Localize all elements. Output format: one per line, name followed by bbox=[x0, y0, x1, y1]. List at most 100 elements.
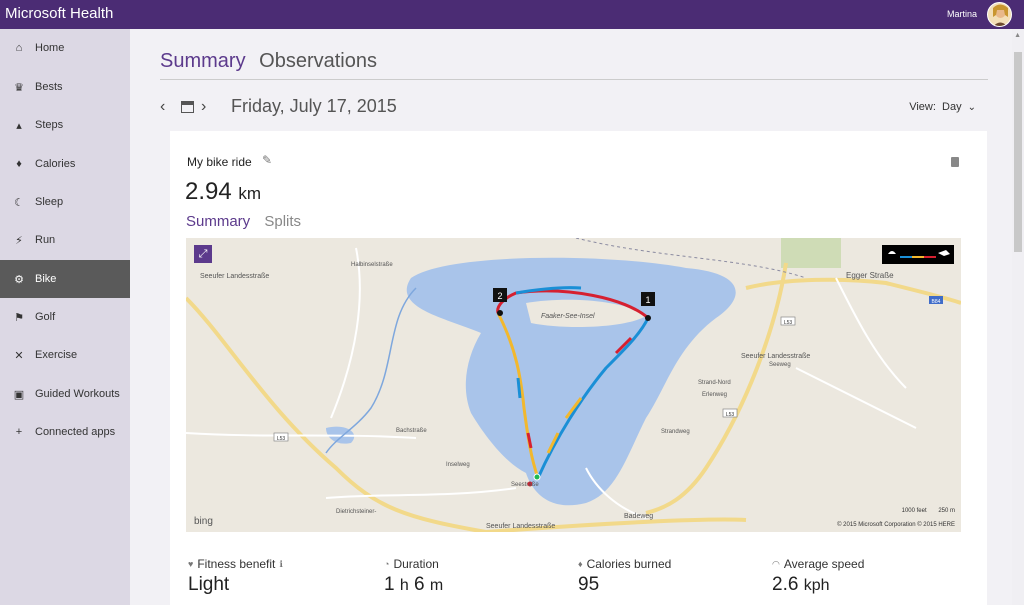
badge-l53-left: L53 bbox=[277, 436, 286, 442]
marker-start: 1 bbox=[645, 295, 650, 305]
exercise-icon: ✕ bbox=[14, 349, 24, 362]
stat-value: 95 bbox=[578, 574, 600, 595]
pencil-icon[interactable]: ✎ bbox=[262, 153, 272, 167]
scale-feet: 1000 feet bbox=[901, 508, 927, 514]
label-seestrasse: Seestraße bbox=[511, 482, 539, 488]
expand-map-button[interactable]: ⤢ bbox=[194, 245, 212, 263]
badge-l53-top: L53 bbox=[784, 320, 793, 326]
sidebar-item-label: Home bbox=[35, 42, 65, 54]
sidebar-item-label: Sleep bbox=[35, 196, 64, 208]
label-strand-nord: Strand-Nord bbox=[698, 380, 731, 386]
sidebar-item-steps[interactable]: ▴ Steps bbox=[0, 106, 130, 144]
map-scale: 1000 feet 250 m bbox=[902, 508, 955, 514]
label-bachstrasse: Bachstraße bbox=[396, 428, 427, 434]
stat-value: 1 bbox=[384, 574, 395, 595]
stat-unit-minutes: m bbox=[429, 577, 444, 594]
label-island: Faaker-See-Insel bbox=[541, 313, 595, 320]
label-seeufer-bottom: Seeufer Landesstraße bbox=[486, 523, 555, 530]
sidebar-item-run[interactable]: ⚡ Run bbox=[0, 221, 130, 259]
stat-label: Fitness benefit bbox=[197, 557, 276, 571]
sidebar-item-golf[interactable]: ⚑ Golf bbox=[0, 298, 130, 336]
speedometer-icon: ◠ bbox=[772, 558, 780, 569]
stat-value: Light bbox=[188, 574, 230, 595]
sidebar-item-label: Guided Workouts bbox=[35, 388, 120, 400]
sidebar-item-label: Bests bbox=[35, 81, 63, 93]
current-date: Friday, July 17, 2015 bbox=[231, 96, 397, 116]
divider bbox=[160, 79, 988, 80]
view-label: View: bbox=[909, 101, 936, 113]
sidebar-item-sleep[interactable]: ☾ Sleep bbox=[0, 183, 130, 221]
moon-icon: ☾ bbox=[14, 196, 24, 209]
label-egger-strasse: Egger Straße bbox=[846, 271, 894, 280]
sidebar-item-label: Bike bbox=[35, 273, 57, 285]
sidebar-item-bests[interactable]: ♛ Bests bbox=[0, 68, 130, 106]
stat-value: 2.6 bbox=[772, 574, 799, 595]
stat-value-minutes: 6 bbox=[414, 574, 425, 595]
sidebar-item-label: Connected apps bbox=[35, 426, 116, 438]
next-day-button[interactable]: › bbox=[201, 98, 215, 116]
tab-activity-summary[interactable]: Summary bbox=[186, 213, 250, 230]
info-icon[interactable]: ℹ bbox=[279, 559, 282, 570]
tab-summary[interactable]: Summary bbox=[160, 50, 246, 72]
bing-logo: bing bbox=[194, 516, 213, 527]
sidebar-item-label: Steps bbox=[35, 119, 64, 131]
sidebar-item-guided-workouts[interactable]: ▣ Guided Workouts bbox=[0, 375, 130, 413]
label-erlenweg: Erlenweg bbox=[702, 392, 727, 398]
badge-b84: B84 bbox=[932, 299, 941, 305]
stat-label: Duration bbox=[393, 557, 439, 571]
stat-label: Average speed bbox=[783, 557, 865, 571]
trash-icon[interactable] bbox=[951, 157, 959, 167]
view-value: Day bbox=[942, 101, 962, 113]
sidebar-item-label: Golf bbox=[35, 311, 56, 323]
prev-day-button[interactable]: ‹ bbox=[160, 98, 174, 116]
user-name[interactable]: Martina bbox=[947, 9, 977, 19]
activity-tabs: Summary Splits bbox=[186, 213, 301, 230]
stat-duration: ◔ Duration 1 h 6 m bbox=[384, 557, 443, 596]
label-strandweg: Strandweg bbox=[661, 429, 690, 435]
flame-icon: ♦ bbox=[578, 559, 583, 569]
app-title: Microsoft Health bbox=[5, 5, 114, 22]
map-attribution: © 2015 Microsoft Corporation © 2015 HERE bbox=[837, 522, 955, 528]
label-halbinselstrasse: Halbinselstraße bbox=[351, 262, 393, 268]
plus-icon: + bbox=[15, 426, 23, 438]
stat-unit: h bbox=[399, 577, 409, 594]
workout-icon: ▣ bbox=[13, 388, 25, 401]
activity-card: My bike ride ✎ 2.94 km Summary Splits 1 … bbox=[170, 131, 987, 605]
tab-observations[interactable]: Observations bbox=[259, 50, 377, 72]
avatar[interactable] bbox=[987, 2, 1012, 27]
sidebar-item-label: Calories bbox=[35, 158, 76, 170]
stat-fitness-benefit: ♥ Fitness benefit ℹ Light bbox=[188, 557, 287, 596]
speed-legend bbox=[882, 245, 954, 264]
sidebar-item-calories[interactable]: ♦ Calories bbox=[0, 145, 130, 183]
shoe-icon: ▴ bbox=[16, 119, 22, 132]
sidebar-item-home[interactable]: ⌂ Home bbox=[0, 29, 130, 67]
stat-label: Calories burned bbox=[586, 557, 672, 571]
badge-l53-right: L53 bbox=[726, 412, 735, 418]
sidebar-item-label: Exercise bbox=[35, 349, 78, 361]
label-inselweg: Inselweg bbox=[446, 462, 470, 468]
chevron-down-icon: ⌄ bbox=[967, 101, 976, 113]
route-map[interactable]: 1 2 L53 L53 L53 B84 Faaker-See-Insel Egg… bbox=[186, 238, 961, 532]
bike-icon: ⚙ bbox=[14, 273, 24, 286]
sidebar-item-exercise[interactable]: ✕ Exercise bbox=[0, 336, 130, 374]
label-seeweg: Seeweg bbox=[769, 362, 791, 368]
sidebar-item-label: Run bbox=[35, 234, 56, 246]
sidebar-item-connected-apps[interactable]: + Connected apps bbox=[0, 413, 130, 451]
scale-meters: 250 m bbox=[938, 508, 955, 514]
distance-total: 2.94 km bbox=[185, 178, 261, 206]
sidebar-item-bike[interactable]: ⚙ Bike bbox=[0, 260, 130, 298]
tab-splits[interactable]: Splits bbox=[264, 213, 301, 230]
stat-average-speed: ◠ Average speed 2.6 kph bbox=[772, 557, 864, 596]
scroll-up-icon[interactable]: ▲ bbox=[1014, 32, 1021, 39]
activity-title: My bike ride bbox=[187, 155, 252, 169]
calendar-icon[interactable] bbox=[181, 100, 194, 113]
page-tabs: Summary Observations bbox=[160, 50, 385, 73]
scroll-thumb[interactable] bbox=[1014, 52, 1022, 252]
run-icon: ⚡ bbox=[15, 234, 23, 247]
map-canvas: 1 2 L53 L53 L53 B84 Faaker-See-Insel Egg… bbox=[186, 238, 961, 532]
home-icon: ⌂ bbox=[15, 42, 23, 54]
distance-unit: km bbox=[238, 184, 262, 203]
view-selector[interactable]: View: Day ⌄ bbox=[909, 101, 976, 113]
heart-icon: ♥ bbox=[188, 559, 194, 569]
stat-calories: ♦ Calories burned 95 bbox=[578, 557, 671, 596]
